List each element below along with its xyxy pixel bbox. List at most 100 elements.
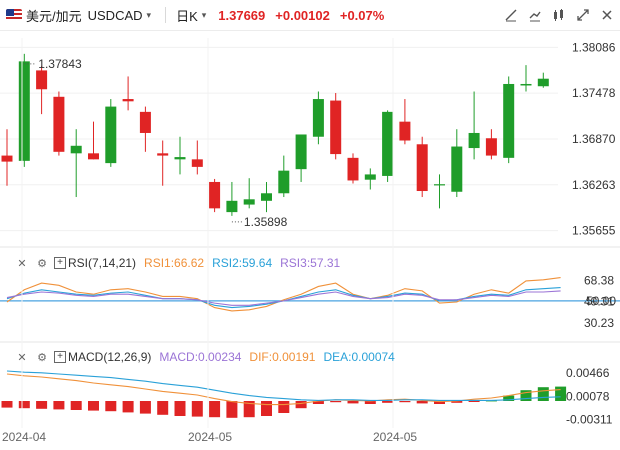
macd-bar (88, 401, 99, 411)
candle-body (53, 96, 65, 152)
line-icon[interactable] (526, 6, 544, 24)
macd-bar (36, 401, 48, 409)
rsi-legend: ✕ ⚙ + RSI(7,14,21) RSI1:66.62 RSI2:59.64… (14, 255, 348, 271)
macd-bar (105, 401, 117, 412)
chart-header: 美元/加元 USDCAD ▾ 日K ▾ 1.37669 +0.00102 +0.… (0, 0, 620, 31)
candle-body (468, 132, 480, 149)
macd-bar (70, 401, 82, 410)
macd-bar (555, 386, 567, 401)
rsi-axis-label: 68.38 (584, 273, 614, 287)
us-flag-icon (6, 9, 22, 21)
macd-name[interactable]: MACD(12,26,9) (68, 350, 151, 364)
rsi3-value: RSI3:57.31 (280, 256, 341, 270)
candle-body (191, 159, 203, 167)
expand-icon[interactable] (574, 6, 592, 24)
price-axis-label: 1.36870 (572, 132, 616, 146)
pair-label: 美元/加元 (26, 8, 82, 24)
timeframe-chevron-icon[interactable]: ▾ (202, 10, 207, 21)
macd-bar (330, 401, 342, 403)
macd-axis-label: 0.00078 (566, 389, 610, 403)
candle-body (36, 70, 48, 90)
macd-line-dea (6, 370, 561, 401)
candle-body (70, 145, 82, 154)
expand-box-icon[interactable]: + (54, 351, 66, 363)
candle-body (399, 121, 411, 141)
macd-bar (261, 401, 272, 416)
macd-bar (209, 401, 221, 418)
chevron-down-icon[interactable]: ▾ (147, 10, 152, 21)
macd-bar (139, 401, 151, 414)
expand-box-icon[interactable]: + (54, 257, 66, 269)
dea-value: DEA:0.00074 (323, 350, 395, 364)
macd-bar (382, 401, 394, 403)
candle-body (382, 111, 394, 176)
price-axis-label: 1.37478 (572, 86, 616, 100)
candle-body (18, 61, 30, 161)
macd-axis-label: -0.00311 (566, 413, 613, 427)
price-change: +0.00102 (275, 7, 330, 23)
rsi1-value: RSI1:66.62 (144, 256, 205, 270)
macd-bar (1, 401, 13, 408)
candle-body (243, 199, 255, 205)
last-price: 1.37669 (218, 7, 266, 23)
candle-body (330, 100, 342, 155)
macd-bar (468, 401, 480, 402)
timeframe-select[interactable]: 日K (176, 6, 198, 25)
candle-body (503, 83, 515, 158)
price-chart[interactable]: 1.38086 1.37478 1.36870 1.36263 1.35655 1.378… (0, 30, 620, 450)
candle-body (139, 111, 151, 133)
close-icon[interactable]: ✕ (14, 255, 30, 271)
candle-body (434, 184, 445, 186)
macd-bar (191, 401, 203, 417)
low-annotation: 1.35898 (244, 215, 288, 229)
close-icon[interactable]: ✕ (14, 349, 30, 365)
candle-body (226, 200, 238, 213)
dif-value: DIF:0.00191 (249, 350, 316, 364)
draw-icon[interactable] (502, 6, 520, 24)
candle-body (174, 157, 186, 160)
price-axis-label: 1.36263 (572, 178, 616, 192)
symbol-select[interactable]: USDCAD (88, 8, 143, 23)
macd-bar (53, 401, 65, 410)
settings-icon[interactable]: ⚙ (34, 349, 50, 365)
candle-body (278, 170, 290, 194)
candle-body (537, 78, 549, 87)
rsi2-value: RSI2:59.64 (212, 256, 273, 270)
macd-bar (537, 387, 549, 401)
candle-body (295, 134, 307, 170)
candle-body (416, 144, 428, 192)
x-axis-label: 2024-05 (373, 430, 417, 444)
compare-icon[interactable] (550, 6, 568, 24)
candle-body (520, 83, 532, 86)
candle-body (347, 157, 359, 181)
rsi-50-label: 50.00 (586, 294, 616, 308)
macd-bar (18, 401, 30, 409)
macd-bar (122, 401, 134, 413)
candle-body (122, 99, 134, 102)
macd-bar (174, 401, 186, 416)
macd-legend: ✕ ⚙ + MACD(12,26,9) MACD:0.00234 DIF:0.0… (14, 349, 403, 365)
candle-body (364, 174, 376, 180)
macd-bar (226, 401, 238, 418)
settings-icon[interactable]: ⚙ (34, 255, 50, 271)
header-divider (165, 7, 167, 23)
macd-axis-label: 0.00466 (566, 366, 610, 380)
macd-value: MACD:0.00234 (159, 350, 242, 364)
candle-body (105, 106, 117, 164)
macd-bar (347, 401, 359, 404)
candle-body (157, 153, 169, 156)
price-axis-label: 1.38086 (572, 40, 616, 54)
rsi-name[interactable]: RSI(7,14,21) (68, 256, 136, 270)
candle-body (451, 146, 463, 192)
close-icon[interactable] (598, 6, 616, 24)
x-axis-label: 2024-04 (2, 430, 46, 444)
price-change-pct: +0.07% (339, 7, 385, 23)
rsi-line-rsi1 (6, 277, 561, 312)
toolbar (502, 6, 616, 24)
rsi-axis-label: 30.23 (584, 316, 614, 330)
macd-bar (278, 401, 290, 413)
candle-body (209, 181, 221, 209)
candle-body (88, 153, 99, 160)
high-annotation: 1.37843 (38, 57, 82, 71)
candle-body (1, 155, 13, 162)
